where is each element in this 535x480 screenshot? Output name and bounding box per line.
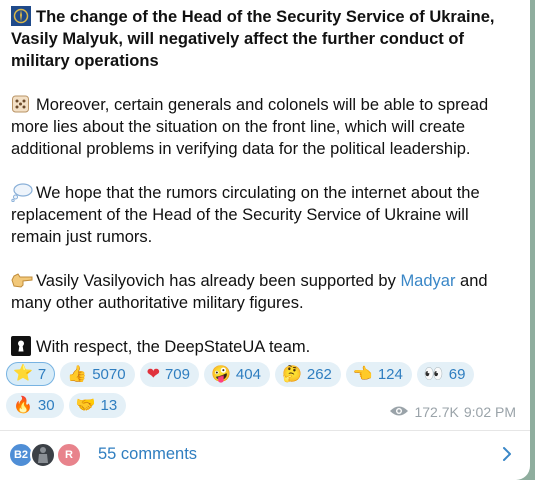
paragraph-3-text-a: Vasily Vasilyovich has already been supp… bbox=[36, 272, 401, 290]
reaction-handshake[interactable]: 🤝 13 bbox=[68, 393, 127, 418]
thought-bubble-icon bbox=[11, 182, 33, 203]
pointing-hand-icon bbox=[11, 270, 33, 290]
message-time: 9:02 PM bbox=[463, 404, 516, 420]
zany-face-icon: 🤪 bbox=[211, 365, 231, 383]
thinking-face-icon: 🤔 bbox=[281, 365, 302, 383]
eyes-icon: 👀 bbox=[423, 365, 444, 383]
reaction-fire[interactable]: 🔥 30 bbox=[6, 393, 64, 418]
avatar: R bbox=[56, 442, 82, 468]
chevron-right-icon bbox=[502, 446, 512, 467]
reaction-count: 262 bbox=[306, 366, 332, 383]
reaction-count: 124 bbox=[377, 366, 403, 383]
reaction-pointing-hand[interactable]: 👈 124 bbox=[345, 362, 412, 387]
reaction-count: 13 bbox=[100, 397, 118, 414]
paragraph-4-text: With respect, the DeepStateUA team. bbox=[36, 338, 311, 356]
paragraph-2: We hope that the rumors circulating on t… bbox=[11, 182, 521, 248]
dice-icon bbox=[11, 94, 33, 114]
paragraph-2-text: We hope that the rumors circulating on t… bbox=[11, 184, 480, 246]
paragraph-1: Moreover, certain generals and colonels … bbox=[11, 94, 521, 160]
paragraph-1-text: Moreover, certain generals and colonels … bbox=[11, 96, 489, 158]
keyhole-icon bbox=[11, 336, 33, 356]
pointing-hand-icon: 👈 bbox=[352, 365, 373, 383]
message-bubble: The change of the Head of the Security S… bbox=[0, 0, 530, 480]
avatar bbox=[30, 442, 56, 468]
post-title-text: The change of the Head of the Security S… bbox=[11, 8, 495, 70]
reaction-heart[interactable]: ❤ 709 bbox=[139, 362, 199, 387]
fire-icon: 🔥 bbox=[13, 396, 33, 414]
paragraph-3: Vasily Vasilyovich has already been supp… bbox=[11, 270, 521, 314]
heart-icon: ❤ bbox=[146, 365, 160, 383]
handshake-icon: 🤝 bbox=[75, 396, 96, 414]
comments-count-label: 55 comments bbox=[98, 445, 198, 463]
reaction-eyes[interactable]: 👀 69 bbox=[416, 362, 475, 387]
reaction-count: 5070 bbox=[92, 366, 126, 383]
reaction-count: 30 bbox=[37, 397, 55, 414]
star-icon: ⭐ bbox=[13, 365, 33, 382]
message-meta: 172.7K 9:02 PM bbox=[389, 404, 516, 420]
reaction-count: 69 bbox=[448, 366, 466, 383]
reaction-zany-face[interactable]: 🤪 404 bbox=[204, 362, 270, 387]
reaction-count: 404 bbox=[235, 366, 261, 383]
reaction-star[interactable]: ⭐ 7 bbox=[6, 362, 56, 386]
reaction-thinking-face[interactable]: 🤔 262 bbox=[274, 362, 341, 387]
madyar-link[interactable]: Madyar bbox=[400, 272, 455, 290]
reaction-count: 709 bbox=[164, 366, 190, 383]
view-count: 172.7K bbox=[414, 404, 459, 420]
post-title: The change of the Head of the Security S… bbox=[11, 6, 521, 72]
message-text: The change of the Head of the Security S… bbox=[11, 6, 521, 358]
comments-button[interactable]: B2 R 55 comments bbox=[0, 431, 530, 480]
reactions-row-1: ⭐ 7 👍 5070 ❤ 709 🤪 404 🤔 262 👈 124 👀 69 bbox=[6, 362, 526, 387]
ssu-emblem-icon bbox=[11, 6, 33, 26]
eye-icon bbox=[389, 404, 409, 420]
thumbs-up-icon: 👍 bbox=[67, 365, 88, 383]
paragraph-4: With respect, the DeepStateUA team. bbox=[11, 336, 521, 358]
reaction-count: 7 bbox=[37, 365, 47, 383]
reaction-thumbs-up[interactable]: 👍 5070 bbox=[60, 362, 135, 387]
